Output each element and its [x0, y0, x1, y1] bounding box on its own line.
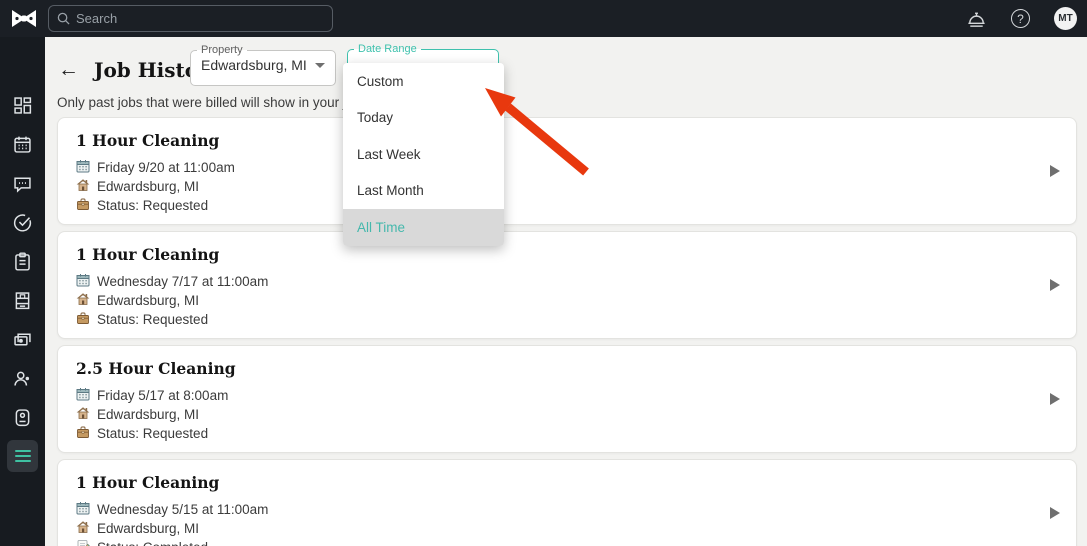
job-date: Wednesday 7/17 at 11:00am	[97, 274, 269, 289]
date-range-option[interactable]: All Time	[343, 209, 504, 246]
search-box[interactable]	[48, 5, 333, 32]
job-title: 1 Hour Cleaning	[76, 131, 220, 150]
calendar-icon	[76, 387, 90, 404]
sidebar-item-calendar[interactable]	[12, 134, 33, 155]
caret-down-icon	[315, 62, 325, 68]
chat-icon	[14, 177, 31, 193]
job-date: Friday 9/20 at 11:00am	[97, 160, 235, 175]
job-card[interactable]: 1 Hour Cleaning Friday 9/20 at 11:00am E…	[57, 117, 1077, 225]
house-icon	[76, 292, 90, 309]
sidebar-item-messages[interactable]	[12, 173, 33, 194]
briefcase-icon	[76, 425, 90, 442]
date-range-option-label: Custom	[357, 73, 404, 89]
job-detail-chevron-icon[interactable]	[1050, 165, 1060, 177]
date-range-option-label: Last Month	[357, 183, 424, 199]
job-status: Status: Completed	[97, 540, 208, 546]
job-location: Edwardsburg, MI	[97, 407, 200, 422]
property-select-value: Edwardsburg, MI	[201, 57, 307, 73]
job-detail-chevron-icon[interactable]	[1050, 279, 1060, 291]
sidebar-item-properties[interactable]	[12, 290, 33, 311]
job-history-list: 1 Hour Cleaning Friday 9/20 at 11:00am E…	[57, 117, 1077, 546]
user-avatar[interactable]: MT	[1054, 7, 1077, 30]
bow-logo-icon[interactable]	[11, 7, 37, 30]
house-icon	[76, 520, 90, 537]
date-range-option-label: All Time	[357, 219, 406, 235]
sidebar-item-payments[interactable]	[12, 329, 33, 350]
calendar-icon	[14, 136, 31, 153]
sidebar-item-contact[interactable]	[12, 407, 33, 428]
briefcase-icon	[76, 311, 90, 328]
payments-icon	[14, 333, 31, 346]
clipboard-icon	[15, 252, 30, 271]
job-status: Status: Requested	[97, 198, 209, 213]
job-title: 1 Hour Cleaning	[76, 245, 220, 264]
date-range-menu: Custom Today Last Week Last Month All Ti…	[343, 63, 504, 246]
date-range-option[interactable]: Last Month	[343, 173, 504, 210]
briefcase-icon	[76, 197, 90, 214]
job-detail-chevron-icon[interactable]	[1050, 393, 1060, 405]
house-icon	[76, 406, 90, 423]
memo-icon	[76, 539, 90, 546]
job-card[interactable]: 1 Hour Cleaning Wednesday 7/17 at 11:00a…	[57, 231, 1077, 339]
check-circle-icon	[13, 214, 32, 232]
job-status: Status: Requested	[97, 312, 209, 327]
date-range-option[interactable]: Custom	[343, 63, 504, 100]
calendar-icon	[76, 159, 90, 176]
date-range-option[interactable]: Today	[343, 100, 504, 137]
property-icon	[15, 292, 30, 310]
sidebar-nav	[0, 37, 45, 546]
job-card[interactable]: 1 Hour Cleaning Wednesday 5/15 at 11:00a…	[57, 459, 1077, 546]
sidebar-item-tasks[interactable]	[12, 212, 33, 233]
job-detail-chevron-icon[interactable]	[1050, 507, 1060, 519]
sidebar-item-menu-active[interactable]	[7, 440, 38, 472]
job-location: Edwardsburg, MI	[97, 293, 200, 308]
job-title: 1 Hour Cleaning	[76, 473, 220, 492]
back-button[interactable]: ←	[58, 58, 79, 82]
date-range-option-label: Last Week	[357, 146, 421, 162]
sidebar-item-dashboard[interactable]	[12, 95, 33, 116]
menu-icon	[14, 450, 31, 462]
job-status: Status: Requested	[97, 426, 209, 441]
date-range-option-label: Today	[357, 110, 394, 126]
calendar-icon	[76, 501, 90, 518]
calendar-icon	[76, 273, 90, 290]
job-title: 2.5 Hour Cleaning	[76, 359, 236, 378]
property-select-label: Property	[201, 44, 243, 56]
job-location: Edwardsburg, MI	[97, 179, 200, 194]
date-range-select-label: Date Range	[358, 43, 417, 55]
help-icon[interactable]: ?	[1011, 9, 1030, 28]
contact-card-icon	[15, 409, 30, 427]
house-icon	[76, 178, 90, 195]
job-date: Friday 5/17 at 8:00am	[97, 388, 229, 403]
app-window: ? MT	[0, 0, 1087, 546]
dashboard-icon	[14, 97, 32, 114]
top-bar: ? MT	[0, 0, 1087, 37]
property-select[interactable]: Property Edwardsburg, MI	[190, 44, 336, 86]
job-location: Edwardsburg, MI	[97, 521, 200, 536]
date-range-option[interactable]: Last Week	[343, 136, 504, 173]
notification-bell-icon[interactable]	[966, 9, 987, 29]
sidebar-item-checklists[interactable]	[12, 251, 33, 272]
job-card[interactable]: 2.5 Hour Cleaning Friday 5/17 at 8:00am …	[57, 345, 1077, 453]
sidebar-item-team[interactable]	[12, 368, 33, 389]
search-input[interactable]	[76, 11, 324, 26]
team-icon	[14, 371, 30, 386]
search-icon	[57, 12, 70, 25]
job-date: Wednesday 5/15 at 11:00am	[97, 502, 269, 517]
